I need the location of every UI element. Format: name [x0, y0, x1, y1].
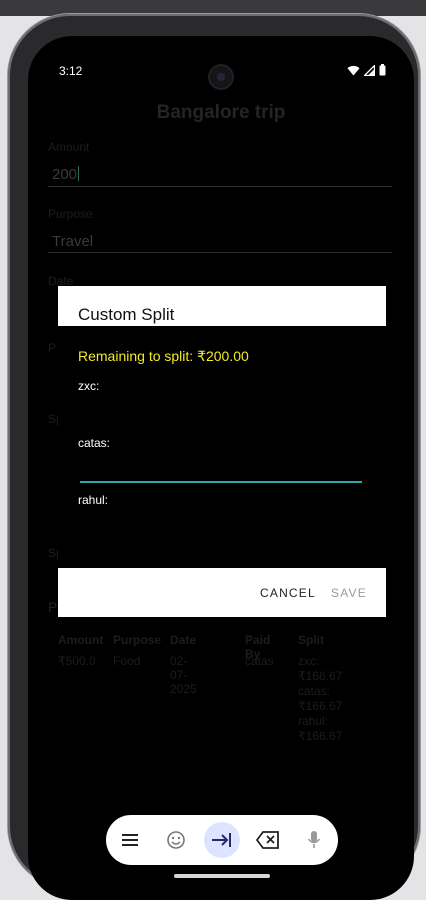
cell-split: zxc: ₹166.67 catas: ₹166.67 rahul: ₹166.… [298, 654, 342, 744]
person-label-zxc: zxc: [78, 379, 100, 393]
dialog-actions: CANCEL SAVE [58, 568, 386, 617]
keyboard-toolbar [106, 815, 338, 865]
menu-icon[interactable] [112, 822, 148, 858]
person-label-rahul: rahul: [78, 493, 109, 507]
home-indicator[interactable] [174, 874, 270, 878]
save-button[interactable]: SAVE [331, 586, 367, 600]
custom-split-dialog: Custom Split Remaining to split: ₹200.00… [58, 286, 386, 617]
amount-underline [48, 186, 392, 187]
cancel-button[interactable]: CANCEL [260, 586, 316, 600]
amount-value: 200 [52, 166, 78, 183]
dialog-title: Custom Split [78, 305, 175, 324]
purpose-underline [48, 252, 392, 253]
cell-date: 02-07-2025 [170, 654, 197, 696]
table-header-amount: Amount [58, 633, 104, 647]
tab-arrow-icon[interactable] [204, 822, 240, 858]
purpose-field[interactable]: Travel [52, 233, 93, 250]
backspace-icon[interactable] [250, 822, 286, 858]
remaining-to-split: Remaining to split: ₹200.00 [78, 348, 249, 364]
amount-label: Amount [48, 140, 90, 154]
split-line: zxc: ₹166.67 [298, 654, 343, 683]
purpose-label: Purpose [48, 207, 93, 221]
person-label-catas: catas: [78, 436, 111, 450]
table-header-purpose: Purpose [113, 633, 162, 647]
amount-field[interactable]: 200 [52, 166, 80, 183]
table-header-date: Date [170, 633, 197, 647]
cell-paid-by: catas [245, 654, 274, 668]
dialog-body: Remaining to split: ₹200.00 zxc: catas: … [58, 326, 386, 568]
rahul-amount-input[interactable] [80, 510, 362, 534]
catas-amount-input[interactable] [80, 452, 362, 476]
table-header-split: Split [298, 633, 324, 647]
text-caret [78, 166, 80, 181]
phone-frame: 3:12 Bangalore trip Amount 200 Purpose T… [8, 14, 420, 900]
mic-icon[interactable] [296, 822, 332, 858]
phone-screen: 3:12 Bangalore trip Amount 200 Purpose T… [28, 36, 414, 900]
zxc-amount-input[interactable] [80, 396, 362, 420]
page-title: Bangalore trip [156, 102, 286, 123]
split-line: rahul: ₹166.67 [298, 714, 343, 743]
paid-by-label: P [48, 341, 57, 355]
emoji-icon[interactable] [158, 822, 194, 858]
cell-amount: ₹500.0 [58, 654, 96, 668]
paid-summary-label: P [48, 599, 58, 615]
focused-input-underline [80, 481, 362, 483]
cell-purpose: Food [113, 654, 141, 668]
split-line: catas: ₹166.67 [298, 684, 343, 713]
dialog-header: Custom Split [58, 286, 386, 326]
